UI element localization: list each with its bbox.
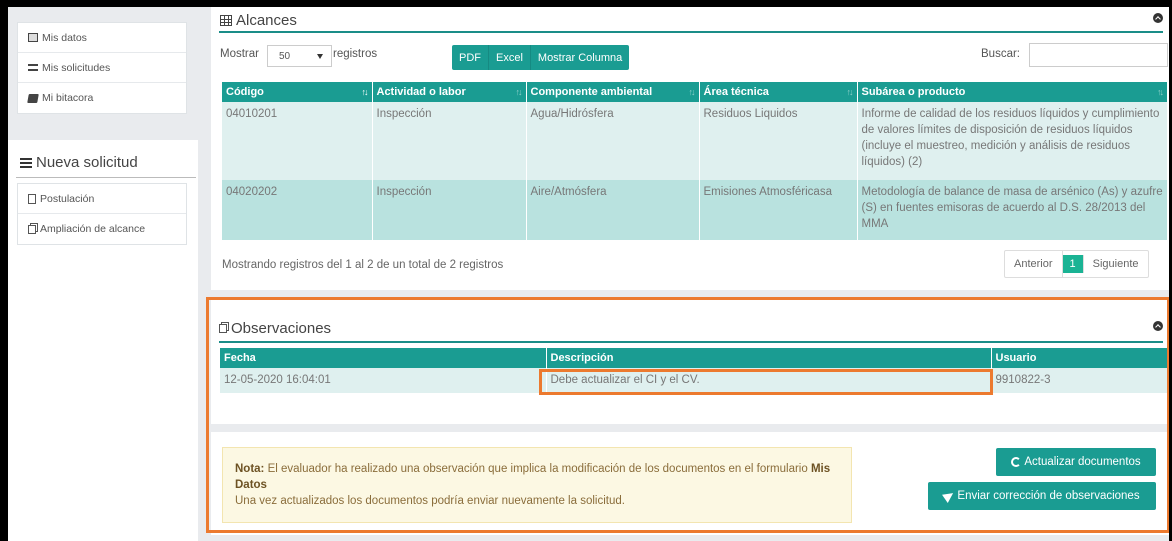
- cell-actividad: Inspección: [372, 102, 527, 180]
- file-icon: [28, 193, 36, 204]
- alcances-rule: [219, 31, 1163, 33]
- cell-actividad: Inspección: [372, 180, 527, 240]
- menu-item-label: Ampliación de alcance: [40, 223, 146, 235]
- cell-codigo: 04010201: [222, 102, 373, 180]
- alcances-title: Alcances: [220, 12, 297, 29]
- prev-page-button[interactable]: Anterior: [1005, 251, 1063, 277]
- column-header-actividad[interactable]: Actividad o labor ↑↓: [372, 82, 527, 102]
- menu-item-label: Mis solicitudes: [42, 61, 111, 74]
- frame-left-border: [0, 0, 8, 541]
- menu-item-label: Mis datos: [42, 31, 87, 44]
- menu-item-postulacion[interactable]: Postulación: [18, 184, 186, 214]
- list-icon: [28, 64, 38, 71]
- nueva-solicitud-label: Nueva solicitud: [36, 154, 138, 171]
- divider: [16, 177, 196, 178]
- book-icon: [27, 93, 39, 103]
- menu-item-ampliacion-alcance[interactable]: Ampliación de alcance: [18, 214, 186, 244]
- excel-button[interactable]: Excel: [489, 45, 531, 70]
- sort-icon: ↑↓: [846, 87, 854, 97]
- next-page-button[interactable]: Siguiente: [1084, 251, 1148, 277]
- menu-item-mi-bitacora[interactable]: Mi bitacora: [18, 83, 186, 113]
- column-header-area[interactable]: Área técnica ↑↓: [699, 82, 858, 102]
- id-card-icon: [28, 33, 38, 42]
- search-label: Buscar:: [981, 48, 1020, 60]
- table-header-row: Código ↑↓ Actividad o labor ↑↓ Componente …: [222, 82, 1167, 102]
- menu-item-label: Mi bitacora: [42, 92, 94, 104]
- page-size-select[interactable]: 50: [267, 45, 332, 67]
- alcances-table: Código ↑↓ Actividad o labor ↑↓ Componente …: [222, 82, 1167, 240]
- sort-asc-icon: ↑↓: [361, 87, 369, 97]
- pagination: Anterior 1 Siguiente: [1004, 250, 1149, 278]
- cell-componente: Agua/Hidrósfera: [526, 102, 700, 180]
- pdf-button[interactable]: PDF: [452, 45, 489, 70]
- user-menu: Mis datos Mis solicitudes Mi bitacora: [17, 22, 187, 114]
- column-header-subarea[interactable]: Subárea o producto ↑↓: [857, 82, 1167, 102]
- cell-componente: Aire/Atmósfera: [526, 180, 700, 240]
- sort-icon: ↑↓: [1157, 87, 1164, 97]
- menu-item-mis-solicitudes[interactable]: Mis solicitudes: [18, 53, 186, 83]
- hamburger-icon: [20, 157, 32, 168]
- table-info: Mostrando registros del 1 al 2 de un tot…: [222, 259, 504, 271]
- frame-top-border: [0, 0, 1172, 7]
- highlight-box-descripcion: [539, 369, 993, 395]
- show-label: Mostrar: [220, 48, 259, 60]
- cell-area: Residuos Liquidos: [699, 102, 858, 180]
- cell-codigo: 04020202: [222, 180, 373, 240]
- show-column-button[interactable]: Mostrar Columna: [531, 45, 629, 70]
- collapse-alcances-icon[interactable]: [1153, 13, 1163, 23]
- menu-item-mis-datos[interactable]: Mis datos: [18, 23, 186, 53]
- column-header-componente[interactable]: Componente ambiental ↑↓: [526, 82, 700, 102]
- cell-subarea: Informe de calidad de los residuos líqui…: [857, 102, 1167, 180]
- export-buttons: PDF Excel Mostrar Columna: [452, 45, 630, 70]
- cell-subarea: Metodología de balance de masa de arséni…: [857, 180, 1167, 240]
- table-row[interactable]: 04010201 Inspección Agua/Hidrósfera Resi…: [222, 102, 1167, 180]
- table-row[interactable]: 04020202 Inspección Aire/Atmósfera Emisi…: [222, 180, 1167, 240]
- highlight-box-observaciones: [206, 297, 1170, 533]
- nueva-solicitud-title: Nueva solicitud: [20, 154, 138, 171]
- records-label: registros: [333, 48, 378, 60]
- dropdown-arrow-icon: [317, 54, 323, 59]
- table-icon: [220, 15, 232, 26]
- cell-area: Emisiones Atmosféricasa: [699, 180, 858, 240]
- alcances-title-text: Alcances: [236, 12, 297, 29]
- page-size-value: 50: [279, 50, 291, 62]
- sort-icon: ↑↓: [515, 87, 523, 97]
- copy-icon: [28, 224, 36, 234]
- nueva-solicitud-menu: Postulación Ampliación de alcance: [17, 183, 187, 245]
- sort-icon: ↑↓: [688, 87, 696, 97]
- search-input[interactable]: [1029, 43, 1168, 67]
- column-header-codigo[interactable]: Código ↑↓: [222, 82, 373, 102]
- menu-item-label: Postulación: [40, 192, 95, 205]
- page-1-button[interactable]: 1: [1062, 255, 1084, 273]
